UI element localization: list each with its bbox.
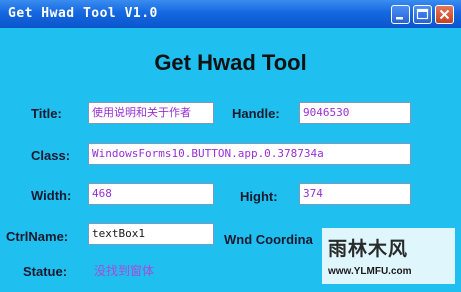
watermark-logo: 雨林木风 www.YLMFU.com (322, 228, 455, 284)
title-label: Title: (31, 106, 62, 121)
hight-field[interactable]: 374 (299, 183, 411, 205)
minimize-icon (396, 17, 403, 20)
window-title: Get Hwad Tool V1.0 (8, 6, 158, 21)
class-field[interactable]: WindowsForms10.BUTTON.app.0.378734a (88, 143, 411, 165)
title-bar[interactable]: Get Hwad Tool V1.0 (0, 0, 461, 28)
app-window: Get Hwad Tool V1.0 Get Hwad Tool Title: … (0, 0, 461, 292)
hight-label: Hight: (240, 189, 278, 204)
handle-field[interactable]: 9046530 (299, 102, 411, 124)
maximize-button[interactable] (413, 5, 432, 24)
close-icon (439, 9, 450, 20)
width-label: Width: (31, 188, 72, 203)
width-field[interactable]: 468 (88, 183, 214, 205)
title-field[interactable]: 使用说明和关于作者 (88, 102, 214, 124)
watermark-url: www.YLMFU.com (328, 266, 412, 277)
statue-label: Statue: (23, 264, 68, 279)
watermark-brand: 雨林木风 (328, 238, 409, 260)
ctrlname-label: CtrlName: (6, 229, 69, 244)
wnd-coordinate-label: Wnd Coordina (224, 232, 313, 247)
handle-label: Handle: (232, 106, 280, 121)
class-label: Class: (31, 148, 71, 163)
app-heading: Get Hwad Tool (154, 50, 307, 75)
statue-value: 没找到窗体 (94, 264, 155, 278)
ctrlname-field[interactable]: textBox1 (88, 223, 214, 245)
close-button[interactable] (435, 5, 454, 24)
minimize-button[interactable] (391, 5, 410, 24)
maximize-icon (416, 8, 429, 20)
